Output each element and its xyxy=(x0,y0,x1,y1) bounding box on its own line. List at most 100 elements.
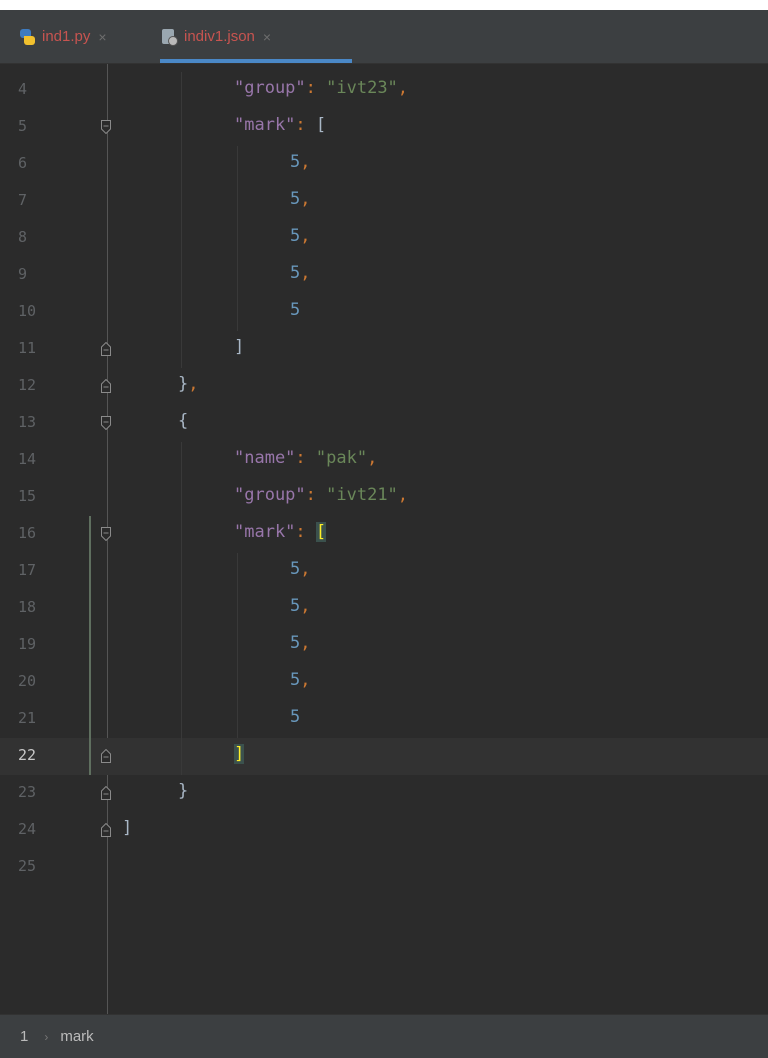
code-line[interactable]: 25 xyxy=(0,849,768,886)
code-line[interactable]: 22] xyxy=(0,738,768,775)
line-number: 20 xyxy=(18,672,37,690)
code-token: 5 xyxy=(290,226,301,246)
code-line[interactable]: 7 5, xyxy=(0,183,768,220)
code-line[interactable]: 18 5, xyxy=(0,590,768,627)
code-line[interactable]: 10 5 xyxy=(0,294,768,331)
code-text: 5, xyxy=(290,226,311,246)
code-token: { xyxy=(178,411,189,431)
code-line[interactable]: 16 "mark": [ xyxy=(0,516,768,553)
line-number: 6 xyxy=(18,154,28,172)
code-text: }, xyxy=(178,374,199,394)
line-number: 12 xyxy=(18,376,37,394)
line-number: 18 xyxy=(18,598,37,616)
code-text: "group": "ivt21", xyxy=(234,485,408,505)
fold-close-icon[interactable] xyxy=(101,823,111,837)
code-text: 5 xyxy=(290,300,300,320)
code-line[interactable]: 8 5, xyxy=(0,220,768,257)
code-token: [ xyxy=(315,522,327,542)
code-text: 5, xyxy=(290,189,311,209)
code-line[interactable]: 5 "mark": [ xyxy=(0,109,768,146)
code-token: "mark" xyxy=(234,115,296,135)
code-token: "group" xyxy=(234,485,306,505)
code-line[interactable]: 17 5, xyxy=(0,553,768,590)
indent-guide xyxy=(237,553,238,738)
code-token: , xyxy=(300,226,311,246)
line-number: 14 xyxy=(18,450,37,468)
code-line[interactable]: 4 "group": "ivt23", xyxy=(0,72,768,109)
code-token: : xyxy=(305,78,327,98)
fold-open-icon[interactable] xyxy=(101,120,111,134)
tab-indiv1-json[interactable]: indiv1.json × xyxy=(160,10,350,63)
fold-close-icon[interactable] xyxy=(101,379,111,393)
line-number: 8 xyxy=(18,228,28,246)
close-icon[interactable]: × xyxy=(263,29,271,45)
code-token: 5 xyxy=(290,596,301,616)
line-number: 11 xyxy=(18,339,37,357)
code-token: [ xyxy=(315,115,327,135)
window-top-strip xyxy=(0,0,768,10)
code-line[interactable]: 12}, xyxy=(0,368,768,405)
code-line[interactable]: 14 "name": "pak", xyxy=(0,442,768,479)
chevron-right-icon: › xyxy=(44,1029,49,1044)
line-number: 24 xyxy=(18,820,37,838)
code-text: "name": "pak", xyxy=(234,448,377,468)
tab-ind1-py[interactable]: ind1.py × xyxy=(18,10,158,63)
code-token: : xyxy=(305,485,327,505)
indent-guide xyxy=(237,146,238,331)
code-text: 5, xyxy=(290,633,311,653)
indent-guide xyxy=(181,72,182,368)
code-token: } xyxy=(178,781,189,801)
code-token: ] xyxy=(234,337,245,357)
code-token: 5 xyxy=(290,152,301,172)
code-text: ] xyxy=(234,744,245,764)
code-line[interactable]: 24] xyxy=(0,812,768,849)
code-text: ] xyxy=(122,818,132,838)
line-number: 19 xyxy=(18,635,37,653)
code-line[interactable]: 9 5, xyxy=(0,257,768,294)
code-token: 5 xyxy=(290,263,301,283)
code-line[interactable]: 21 5 xyxy=(0,701,768,738)
code-line[interactable]: 11] xyxy=(0,331,768,368)
code-token: ] xyxy=(122,818,133,838)
code-text: "group": "ivt23", xyxy=(234,78,408,98)
code-editor[interactable]: 4 "group": "ivt23", 5 "mark": [6 5, 7 5, 8 5, 9 5,… xyxy=(0,64,768,1014)
code-token: "ivt23" xyxy=(326,78,398,98)
breadcrumb-item-mark[interactable]: mark xyxy=(60,1028,93,1045)
code-token: "name" xyxy=(234,448,296,468)
line-number: 25 xyxy=(18,857,37,875)
code-line[interactable]: 19 5, xyxy=(0,627,768,664)
code-text: 5 xyxy=(290,707,300,727)
code-line[interactable]: 13 { xyxy=(0,405,768,442)
code-text: { xyxy=(178,411,188,431)
fold-open-icon[interactable] xyxy=(101,527,111,541)
code-token: 5 xyxy=(290,559,301,579)
code-token: , xyxy=(300,189,311,209)
code-text: "mark": [ xyxy=(234,522,327,542)
code-token: : xyxy=(295,115,316,135)
breadcrumb-root[interactable]: 1 xyxy=(20,1028,28,1045)
line-number: 17 xyxy=(18,561,37,579)
fold-close-icon[interactable] xyxy=(101,786,111,800)
code-line[interactable]: 20 5, xyxy=(0,664,768,701)
vcs-change-marker[interactable] xyxy=(89,516,91,775)
code-token: , xyxy=(300,152,311,172)
fold-close-icon[interactable] xyxy=(101,342,111,356)
line-number: 13 xyxy=(18,413,37,431)
code-line[interactable]: 15 "group": "ivt21", xyxy=(0,479,768,516)
code-token: , xyxy=(188,374,199,394)
code-token: , xyxy=(397,485,409,505)
line-number: 22 xyxy=(18,746,37,764)
line-number: 23 xyxy=(18,783,37,801)
code-line[interactable]: 23} xyxy=(0,775,768,812)
close-icon[interactable]: × xyxy=(98,29,106,45)
fold-close-icon[interactable] xyxy=(101,749,111,763)
code-line[interactable]: 6 5, xyxy=(0,146,768,183)
line-number: 5 xyxy=(18,117,28,135)
python-file-icon xyxy=(18,28,36,46)
code-token: 5 xyxy=(290,670,301,690)
code-token: , xyxy=(367,448,378,468)
breadcrumb-bar: 1 › mark xyxy=(0,1014,768,1058)
code-token: "group" xyxy=(234,78,306,98)
fold-open-icon[interactable] xyxy=(101,416,111,430)
code-text: } xyxy=(178,781,188,801)
